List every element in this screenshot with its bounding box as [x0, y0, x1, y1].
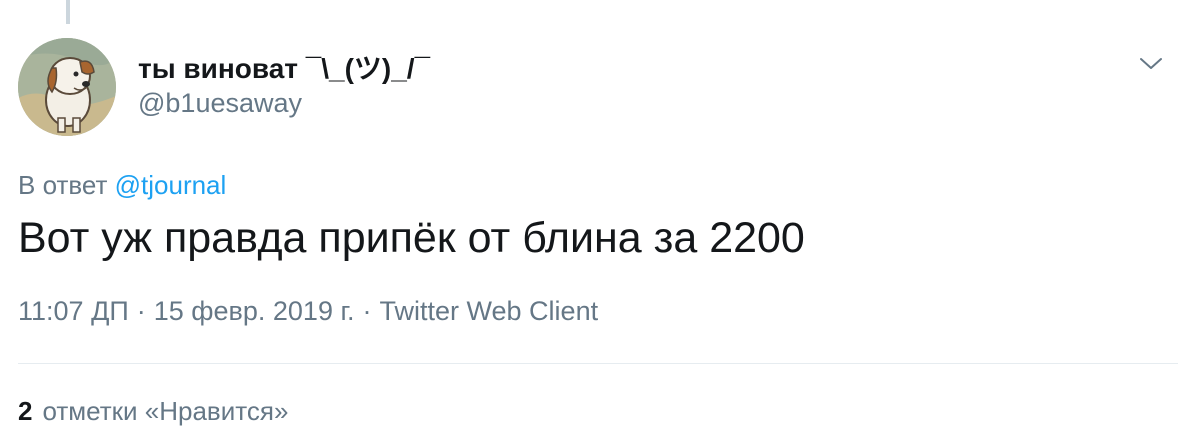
author-handle[interactable]: @b1uesaway [138, 86, 430, 120]
tweet-client[interactable]: Twitter Web Client [380, 296, 599, 326]
divider [18, 363, 1178, 364]
likes-label: отметки «Нравится» [42, 396, 289, 426]
tweet-date[interactable]: 15 февр. 2019 г. [154, 296, 355, 326]
reply-context: В ответ @tjournal [18, 170, 226, 201]
meta-separator: · [136, 296, 146, 326]
meta-separator: · [362, 296, 372, 326]
tweet-meta: 11:07 ДП · 15 февр. 2019 г. · Twitter Web Cl… [18, 296, 598, 327]
tweet-header: ты виноват ¯\_(ツ)_/¯ @b1uesaway [18, 38, 1166, 138]
tweet-time[interactable]: 11:07 ДП [18, 296, 129, 326]
avatar[interactable] [18, 38, 116, 136]
dog-avatar-icon [18, 38, 116, 136]
likes-count: 2 [18, 396, 33, 426]
author-display-name[interactable]: ты виноват ¯\_(ツ)_/¯ [138, 52, 430, 86]
reply-prefix: В ответ [18, 170, 108, 200]
reply-mention-link[interactable]: @tjournal [115, 170, 227, 200]
chevron-down-icon [1140, 58, 1162, 69]
thread-connector-line [66, 0, 70, 24]
author-names: ты виноват ¯\_(ツ)_/¯ @b1uesaway [138, 52, 430, 120]
tweet-text: Вот уж правда припёк от блина за 2200 [18, 214, 805, 262]
likes-stat[interactable]: 2 отметки «Нравится» [18, 396, 288, 427]
tweet-menu-button[interactable] [1136, 54, 1166, 74]
